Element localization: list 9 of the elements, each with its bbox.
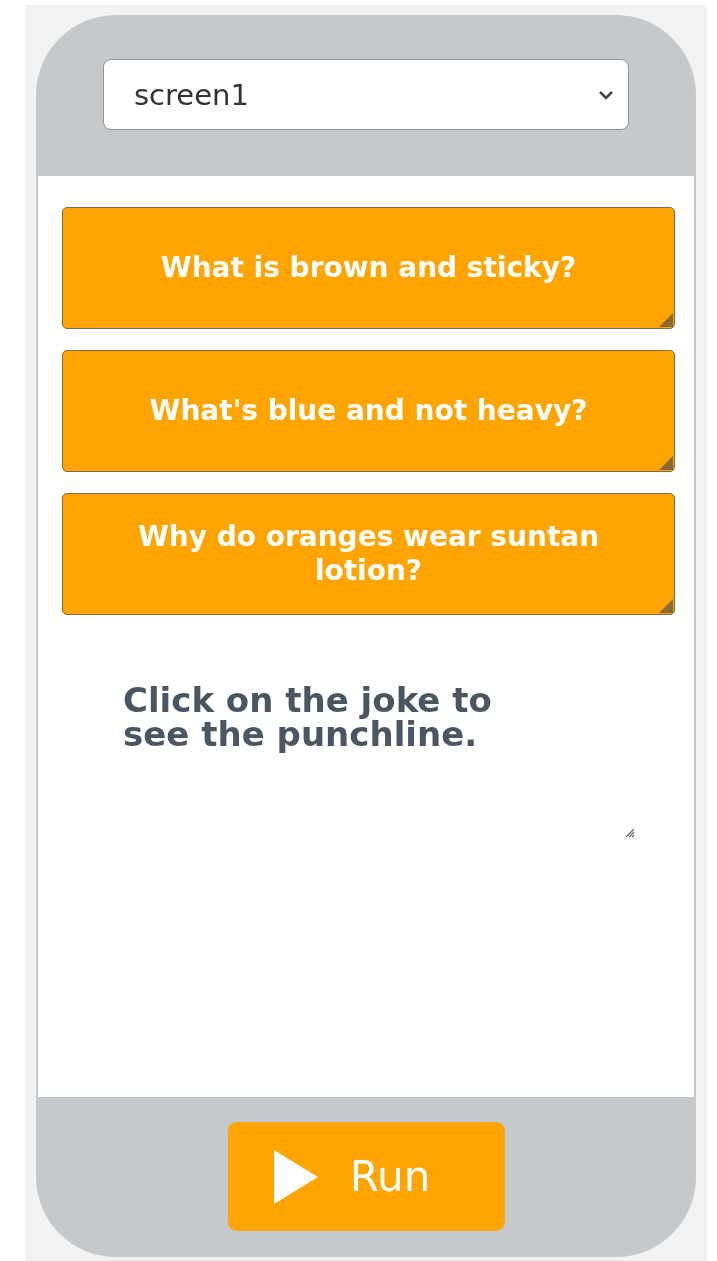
chevron-down-icon [598,89,614,100]
joke-button[interactable]: What's blue and not heavy? [62,350,675,472]
joke-button[interactable]: What is brown and sticky? [62,207,675,329]
screen-dropdown[interactable]: screen1 [103,59,629,130]
play-icon [271,1147,320,1206]
resize-grip-icon [623,826,635,838]
joke-button[interactable]: Why do oranges wear suntan lotion? [62,493,675,615]
text-area[interactable]: Click on the joke to see the punchline. [111,678,635,838]
run-button[interactable]: Run [227,1122,505,1231]
